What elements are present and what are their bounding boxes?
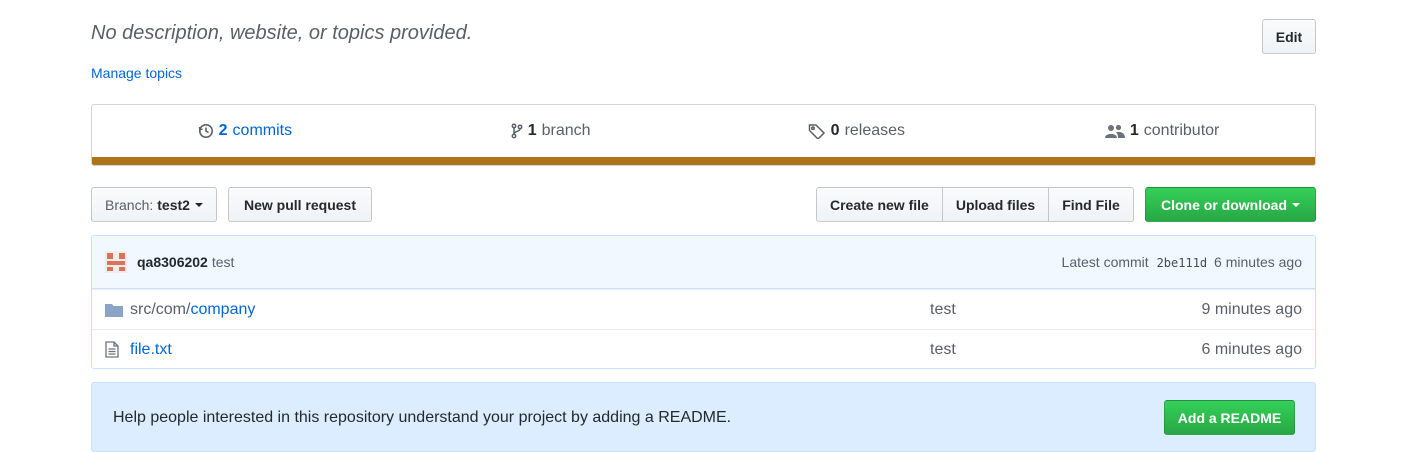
contributors-count: 1 <box>1129 122 1139 139</box>
file-text-icon <box>105 341 123 358</box>
releases-link[interactable]: 0 releases <box>704 122 1010 140</box>
latest-commit-info: Latest commit 2be111d 6 minutes ago <box>1062 254 1302 270</box>
repo-numbers-summary: 2 commits 1 branch 0 releases 1 contribu… <box>91 104 1316 166</box>
dropdown-caret-icon <box>194 202 203 207</box>
file-name-link[interactable]: file.txt <box>130 341 172 359</box>
edit-button[interactable]: Edit <box>1262 19 1316 54</box>
file-path-prefix: src/com/ <box>130 300 191 318</box>
language-bar <box>92 157 1315 165</box>
clone-or-download-label: Clone or download <box>1161 196 1287 213</box>
folder-icon <box>105 302 123 318</box>
releases-count: 0 <box>830 122 840 139</box>
branches-count: 1 <box>527 122 537 139</box>
avatar[interactable] <box>105 251 127 273</box>
history-icon <box>198 123 214 139</box>
branch-value: test2 <box>157 196 190 213</box>
file-commit-message[interactable]: test <box>930 301 956 319</box>
file-name: file.txt <box>130 340 172 358</box>
file-name: company <box>190 300 256 318</box>
branches-link[interactable]: 1 branch <box>398 122 704 140</box>
commits-count: 2 <box>218 122 228 139</box>
branches-label: branch <box>541 122 591 139</box>
tag-icon <box>808 123 826 139</box>
people-icon <box>1104 123 1125 139</box>
commit-message-link[interactable]: test <box>212 254 235 270</box>
repo-description: No description, website, or topics provi… <box>91 22 473 44</box>
dropdown-caret-icon <box>1292 202 1300 207</box>
create-new-file-button[interactable]: Create new file <box>816 187 943 222</box>
commit-sha-link[interactable]: 2be111d <box>1157 256 1208 270</box>
latest-commit-bar: qa8306202 test Latest commit 2be111d 6 m… <box>92 236 1315 289</box>
readme-prompt-banner: Help people interested in this repositor… <box>91 382 1316 452</box>
manage-topics-link[interactable]: Manage topics <box>91 65 182 81</box>
commit-author-link[interactable]: qa8306202 <box>137 254 208 270</box>
clone-or-download-button[interactable]: Clone or download <box>1145 187 1316 222</box>
find-file-button[interactable]: Find File <box>1048 187 1134 222</box>
upload-files-button[interactable]: Upload files <box>941 187 1050 222</box>
add-readme-button[interactable]: Add a README <box>1164 400 1295 435</box>
releases-label: releases <box>844 122 906 139</box>
branch-select-button[interactable]: Branch: test2 <box>91 187 217 222</box>
table-row: src/com/company test 9 minutes ago <box>92 289 1315 329</box>
commit-age: 6 minutes ago <box>1214 254 1302 270</box>
file-commit-message[interactable]: test <box>930 341 956 359</box>
readme-prompt-text: Help people interested in this repositor… <box>113 409 732 426</box>
file-actions-group: Create new file Upload files Find File <box>816 187 1134 222</box>
latest-commit-prefix: Latest commit <box>1061 254 1149 270</box>
contributors-label: contributor <box>1143 122 1220 139</box>
file-name-link[interactable]: src/com/company <box>130 301 255 319</box>
new-pull-request-button[interactable]: New pull request <box>228 187 372 222</box>
file-age: 9 minutes ago <box>1201 300 1302 318</box>
branch-label: Branch: <box>105 196 154 213</box>
file-navigation-table: qa8306202 test Latest commit 2be111d 6 m… <box>91 235 1316 369</box>
commits-label: commits <box>232 122 293 139</box>
git-branch-icon <box>511 123 523 139</box>
table-row: file.txt test 6 minutes ago <box>92 329 1315 368</box>
file-age: 6 minutes ago <box>1201 340 1302 358</box>
contributors-link[interactable]: 1 contributor <box>1009 122 1315 140</box>
commits-link[interactable]: 2 commits <box>92 122 398 140</box>
